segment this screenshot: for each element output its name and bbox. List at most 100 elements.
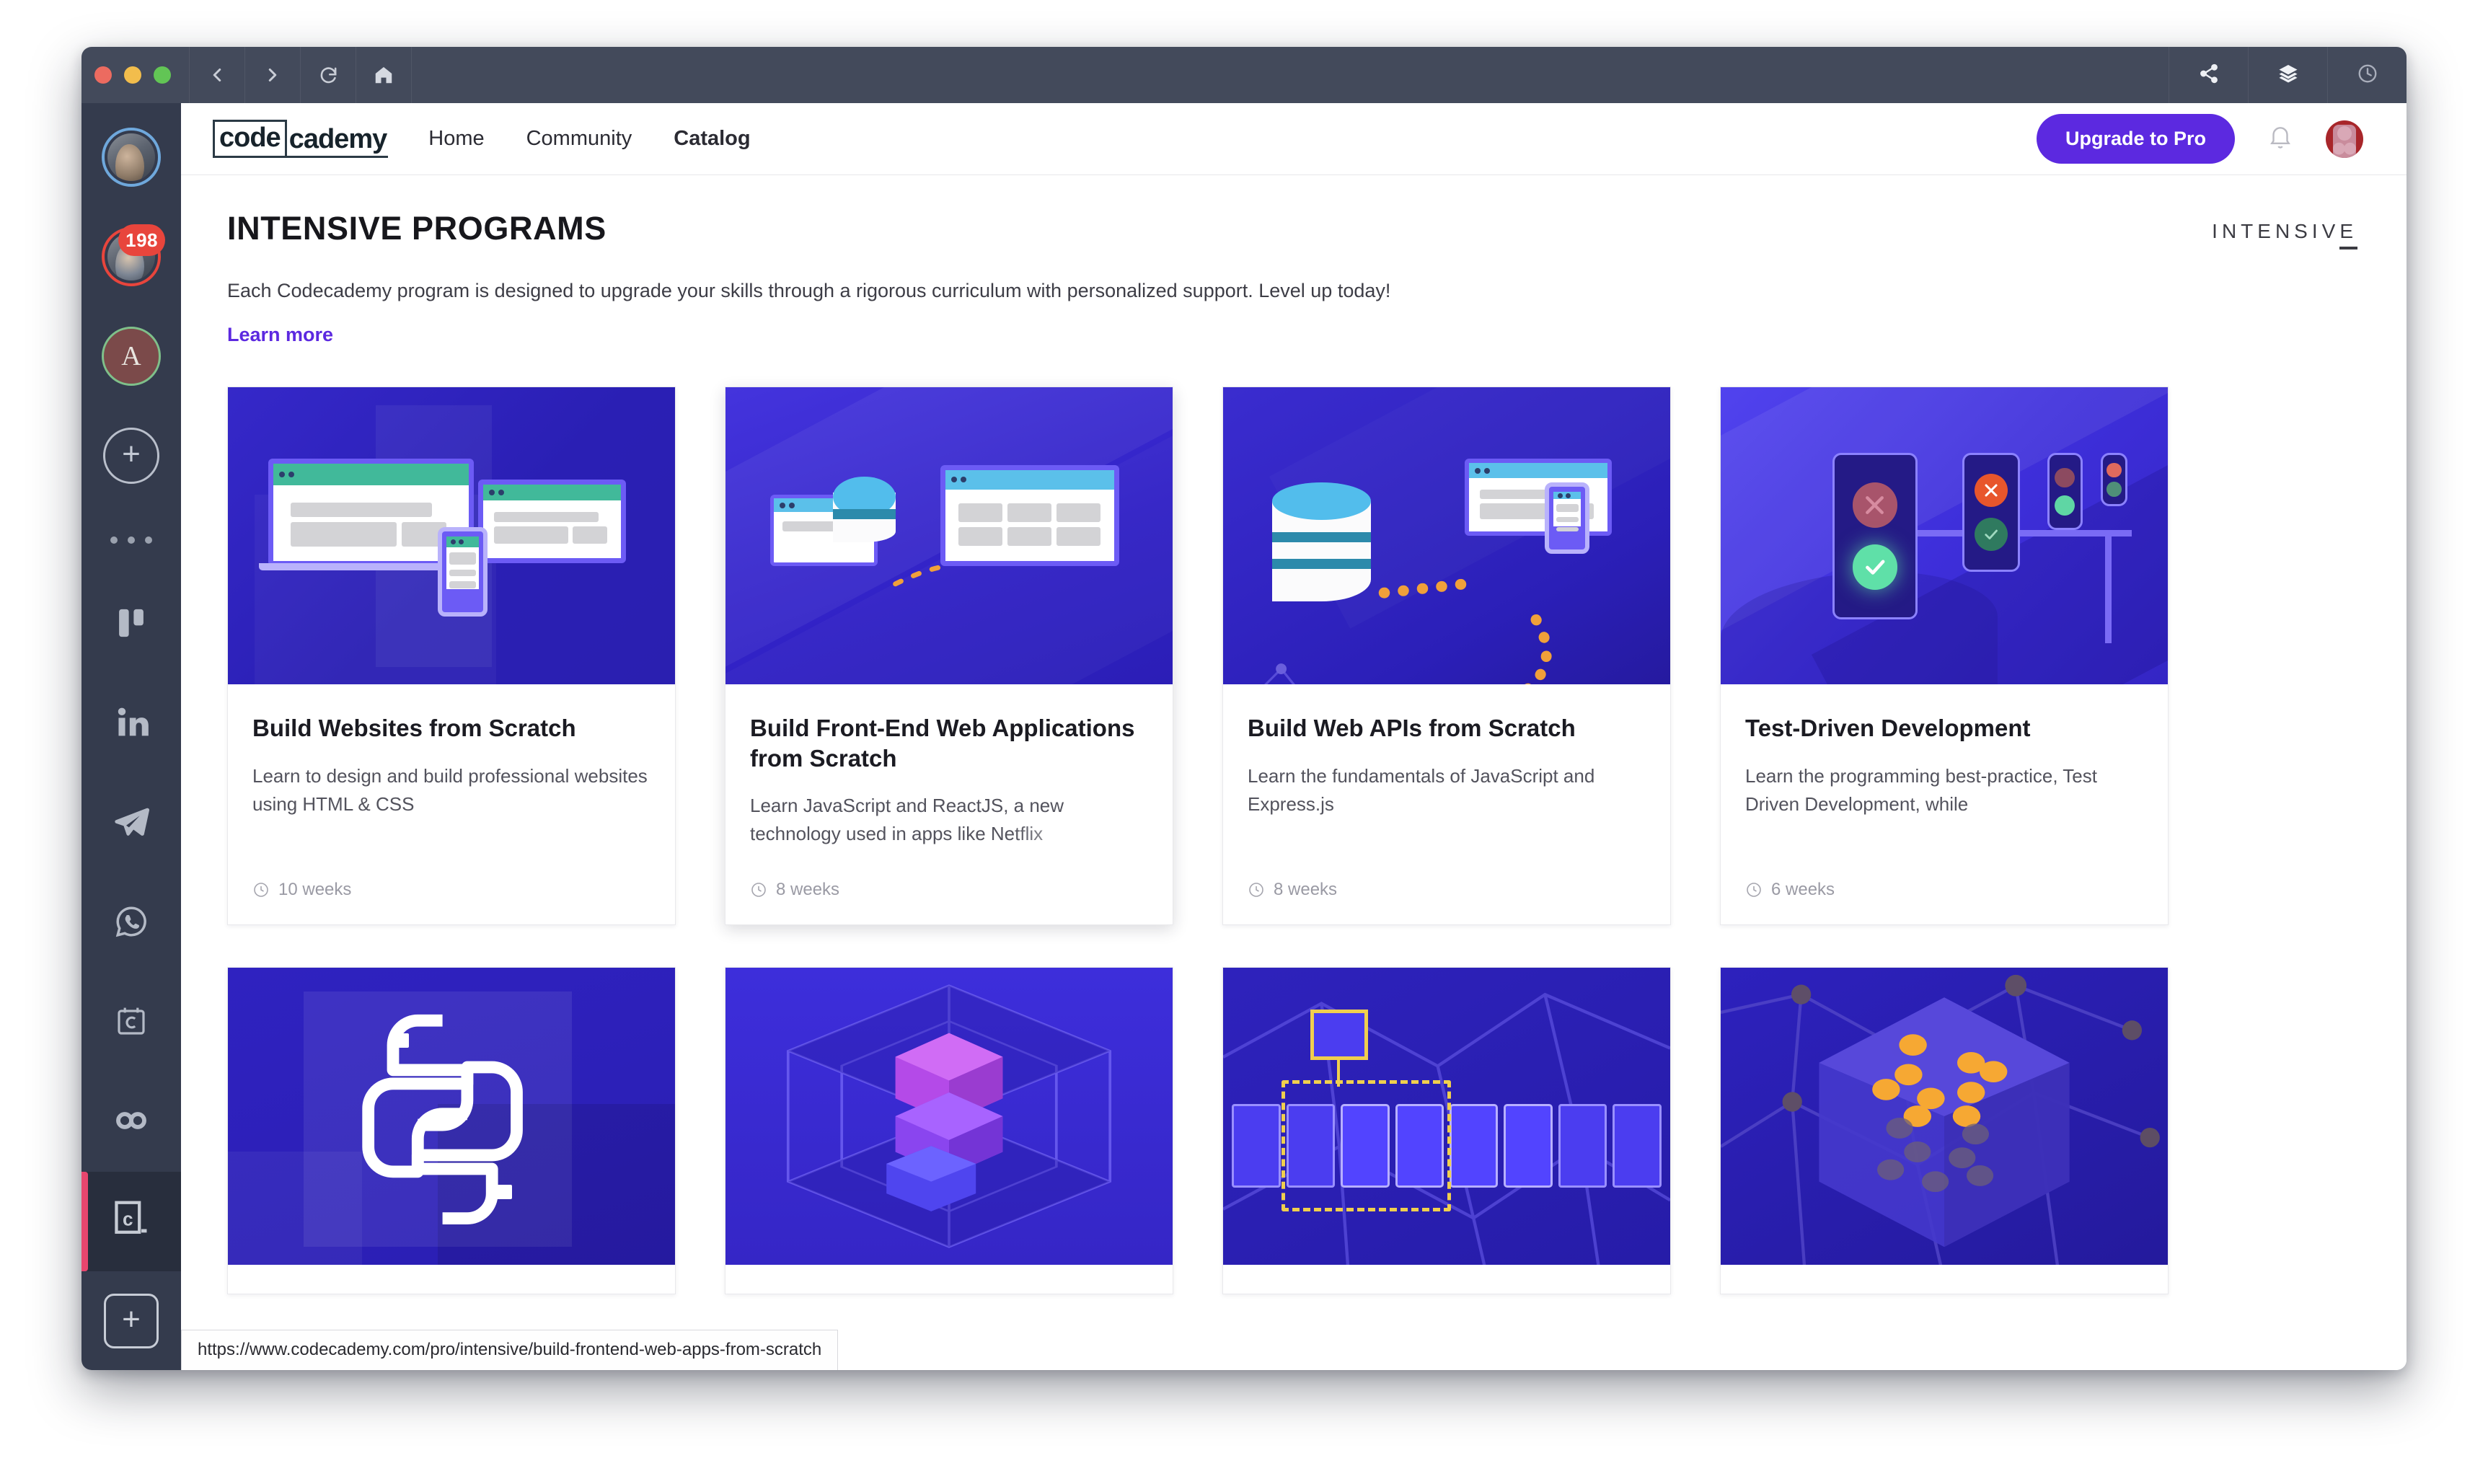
sidebar-item-add-app[interactable]: + xyxy=(81,1271,181,1370)
layers-button[interactable] xyxy=(2248,47,2327,103)
card-illustration-data-viz xyxy=(1721,968,2168,1265)
logo-code-box: code xyxy=(213,120,287,158)
layers-icon xyxy=(2277,62,2300,89)
window-controls xyxy=(81,47,190,103)
card-body xyxy=(228,1265,675,1294)
avatar: 198 xyxy=(102,227,161,286)
header-actions: Upgrade to Pro xyxy=(2037,114,2363,164)
card-illustration-python xyxy=(228,968,675,1265)
reload-icon xyxy=(318,65,339,86)
card-description: Learn the fundamentals of JavaScript and… xyxy=(1248,762,1646,818)
traffic-light-red xyxy=(1853,482,1898,528)
program-card[interactable] xyxy=(1222,967,1671,1294)
program-card[interactable]: Test-Driven Development Learn the progra… xyxy=(1720,387,2169,925)
avatar-photo xyxy=(107,133,155,181)
card-duration: 8 weeks xyxy=(1274,880,1337,900)
avatar-letter: A xyxy=(102,327,161,386)
program-card[interactable] xyxy=(725,967,1173,1294)
dots-icon xyxy=(110,536,152,544)
linkedin-icon xyxy=(113,704,150,745)
forward-button[interactable] xyxy=(245,47,301,103)
card-duration: 8 weeks xyxy=(776,880,839,900)
learn-more-link[interactable]: Learn more xyxy=(227,324,333,346)
user-avatar[interactable] xyxy=(2326,120,2363,158)
clock-icon xyxy=(1248,881,1265,898)
maximize-button[interactable] xyxy=(154,66,171,84)
card-body xyxy=(725,1265,1173,1294)
sidebar-item-app-whatsapp[interactable] xyxy=(81,873,181,973)
site-header: codecademy Home Community Catalog Upgrad… xyxy=(181,103,2407,175)
sidebar-item-app-codecademy[interactable]: c xyxy=(81,1172,181,1271)
card-illustration-traffic-lights xyxy=(1721,387,2168,684)
traffic-light-green xyxy=(1853,544,1898,590)
browser-window: 198 A + xyxy=(81,47,2407,1370)
program-card[interactable] xyxy=(1720,967,2169,1294)
share-button[interactable] xyxy=(2169,47,2248,103)
sidebar-item-app-overflow[interactable] xyxy=(81,505,181,575)
sidebar-item-app-calendar[interactable] xyxy=(81,973,181,1072)
nav-link-catalog[interactable]: Catalog xyxy=(674,127,750,151)
plus-icon: + xyxy=(103,428,159,484)
history-button[interactable] xyxy=(2327,47,2407,103)
card-title: Build Front-End Web Applications from Sc… xyxy=(750,713,1148,773)
upgrade-to-pro-button[interactable]: Upgrade to Pro xyxy=(2037,114,2235,164)
titlebar-spacer xyxy=(412,47,2169,103)
reload-button[interactable] xyxy=(301,47,356,103)
window-titlebar xyxy=(81,47,2407,103)
back-button[interactable] xyxy=(190,47,245,103)
section-description: Each Codecademy program is designed to u… xyxy=(227,278,2360,304)
program-card[interactable]: Build Websites from Scratch Learn to des… xyxy=(227,387,676,925)
clock-icon xyxy=(750,881,767,898)
clock-icon xyxy=(1745,881,1763,898)
home-button[interactable] xyxy=(356,47,412,103)
sidebar-item-app-telegram[interactable] xyxy=(81,774,181,873)
sidebar-item-app-chain[interactable] xyxy=(81,1072,181,1172)
card-illustration-database-net xyxy=(1223,387,1670,684)
whatsapp-icon xyxy=(113,904,149,943)
program-card[interactable]: Build Front-End Web Applications from Sc… xyxy=(725,387,1173,925)
trello-icon xyxy=(112,604,151,646)
nav-link-home[interactable]: Home xyxy=(428,127,484,151)
codecademy-logo[interactable]: codecademy xyxy=(213,120,388,158)
card-illustration-db-browser xyxy=(725,387,1173,684)
program-card[interactable] xyxy=(227,967,676,1294)
svg-text:c: c xyxy=(123,1208,133,1229)
card-footer: 10 weeks xyxy=(228,880,675,924)
section-header: INTENSIVE PROGRAMS INTENSIVE xyxy=(227,210,2360,247)
minimize-button[interactable] xyxy=(124,66,141,84)
page-title: INTENSIVE PROGRAMS xyxy=(227,210,606,247)
nav-link-community[interactable]: Community xyxy=(526,127,632,151)
card-title: Test-Driven Development xyxy=(1745,713,2143,743)
program-card[interactable]: Build Web APIs from Scratch Learn the fu… xyxy=(1222,387,1671,925)
card-duration: 6 weeks xyxy=(1771,880,1835,900)
sidebar-item-profile-avatar-2[interactable]: 198 xyxy=(81,207,181,306)
card-illustration-machine-learning xyxy=(1223,968,1670,1265)
card-body: Build Web APIs from Scratch Learn the fu… xyxy=(1223,684,1670,848)
card-illustration-cubes xyxy=(725,968,1173,1265)
notification-badge: 198 xyxy=(118,224,165,256)
card-body: Test-Driven Development Learn the progra… xyxy=(1721,684,2168,848)
card-body xyxy=(1721,1265,2168,1294)
sidebar-item-add-account[interactable]: + xyxy=(81,406,181,505)
card-title: Build Websites from Scratch xyxy=(252,713,650,743)
chain-links-icon xyxy=(112,1101,151,1144)
card-body xyxy=(1223,1265,1670,1294)
card-footer: 6 weeks xyxy=(1721,880,2168,924)
plus-icon: + xyxy=(104,1294,159,1348)
home-icon xyxy=(373,64,394,86)
sidebar-item-profile-avatar-a[interactable]: A xyxy=(81,306,181,406)
card-footer: 8 weeks xyxy=(1223,880,1670,924)
card-description: Learn the programming best-practice, Tes… xyxy=(1745,762,2143,818)
sidebar-item-profile-avatar-1[interactable] xyxy=(81,107,181,207)
sidebar-item-app-linkedin[interactable] xyxy=(81,674,181,774)
telegram-icon xyxy=(112,803,151,845)
bell-icon[interactable] xyxy=(2267,123,2294,154)
status-bar-url: https://www.codecademy.com/pro/intensive… xyxy=(181,1330,838,1370)
intensive-brand-mark: INTENSIVE xyxy=(2212,220,2360,243)
card-title: Build Web APIs from Scratch xyxy=(1248,713,1646,743)
clock-icon xyxy=(252,881,270,898)
sidebar-item-app-trello[interactable] xyxy=(81,575,181,674)
close-button[interactable] xyxy=(94,66,112,84)
codecademy-icon: c xyxy=(113,1200,149,1244)
logo-cademy: cademy xyxy=(287,124,389,158)
